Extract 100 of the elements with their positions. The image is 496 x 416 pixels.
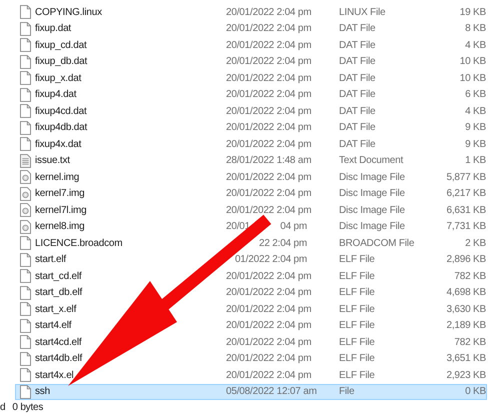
date-modified: 20/01/2022 2:04 pm (226, 6, 312, 18)
file-type: ELF File (339, 270, 376, 282)
file-icon (20, 335, 31, 350)
file-type: DAT File (339, 40, 376, 51)
date-modified: 20/01/2022 2:04 pm (226, 138, 312, 150)
file-row[interactable]: fixup_cd.dat 20/01/2022 2:04 pm DAT File 4 KB (15, 37, 487, 54)
date-modified: 20/01/2022 2:04 pm (226, 106, 312, 117)
file-name: kernel7.img (35, 188, 86, 200)
file-icon (20, 38, 31, 52)
file-name: fixup4.dat (35, 89, 78, 100)
file-icon (20, 368, 31, 382)
file-icon (20, 71, 31, 86)
text-file-icon (20, 154, 31, 168)
date-modified: 01/2022 2:04 pm (234, 254, 307, 266)
file-size: 10 KB (458, 72, 486, 84)
file-type: DAT File (339, 122, 376, 134)
file-row[interactable]: LICENCE.broadcom 22 2:04 pm BROADCOM File 2 KB (15, 235, 487, 252)
date-modified: 20/01/2022 2:04 pm (226, 320, 312, 332)
file-name: fixup4db.dat (35, 122, 88, 134)
file-icon (20, 5, 31, 20)
date-modified: 20/01/2022 2:04 pm (226, 204, 312, 216)
file-name: start4cd.elf (35, 336, 83, 348)
status-size: 0 bytes (12, 402, 44, 413)
file-name: start_db.elf (35, 287, 84, 298)
file-row[interactable]: fixup4.dat 20/01/2022 2:04 pm DAT File 6 KB (15, 86, 487, 103)
file-icon (20, 269, 31, 284)
file-name: start4x.el (35, 370, 75, 381)
file-type: Disc Image File (339, 188, 406, 200)
date-modified: 20/01/2022 2:04 pm (226, 188, 312, 200)
file-size: 6,631 KB (445, 204, 486, 216)
file-row[interactable]: ssh 05/08/2022 12:07 am File 0 KB (15, 384, 487, 400)
file-name: issue.txt (35, 155, 71, 166)
file-row[interactable]: kernel8.img 20/01 04 pm Disc Image File 7,731 KB (15, 218, 487, 235)
file-row[interactable]: issue.txt 28/01/2022 1:48 am Text Document 1 KB (15, 152, 487, 169)
status-text: d (0, 402, 6, 413)
file-row[interactable]: start4db.elf 20/01/2022 2:04 pm ELF File 3,651 KB (15, 350, 487, 367)
date-modified: 20/01/2022 2:04 pm (226, 122, 312, 134)
file-size: 4,698 KB (445, 287, 486, 298)
file-size: 9 KB (464, 138, 486, 150)
file-size: 5,877 KB (445, 172, 486, 183)
file-row[interactable]: COPYING.linux 20/01/2022 2:04 pm LINUX File 19 KB (15, 4, 487, 20)
date-modified: 22 2:04 pm (258, 238, 307, 249)
file-size: 4 KB (464, 40, 486, 51)
file-size: 2,896 KB (445, 254, 486, 266)
file-name: ssh (35, 386, 51, 398)
file-name: start_x.elf (35, 304, 78, 315)
file-row[interactable]: start_cd.elf 20/01/2022 2:04 pm ELF File 782 KB (15, 268, 487, 284)
date-modified: 20/01 (226, 221, 250, 232)
date-modified: 28/01/2022 1:48 am (226, 155, 312, 166)
file-row[interactable]: fixup4db.dat 20/01/2022 2:04 pm DAT File 9 KB (15, 120, 487, 136)
file-row[interactable]: fixup_db.dat 20/01/2022 2:04 pm DAT File 10 KB (15, 54, 487, 70)
file-type: DAT File (339, 23, 376, 34)
file-size: 782 KB (453, 270, 486, 282)
date-modified: 20/01/2022 2:04 pm (226, 172, 312, 183)
file-row[interactable]: fixup.dat 20/01/2022 2:04 pm DAT File 8 KB (15, 20, 487, 37)
file-type: DAT File (339, 138, 376, 150)
file-name: fixup4x.dat (35, 138, 82, 150)
file-name: fixup_x.dat (35, 72, 82, 84)
date-modified: 20/01/2022 2:04 pm (226, 370, 312, 381)
file-type: ELF File (339, 304, 376, 315)
file-icon (20, 137, 31, 152)
date-modified: 04 pm (280, 221, 307, 232)
file-size: 1 KB (464, 155, 486, 166)
file-type: DAT File (339, 106, 376, 117)
file-type: ELF File (339, 254, 376, 266)
file-icon (20, 104, 31, 118)
file-name: LICENCE.broadcom (35, 238, 124, 249)
date-modified: 20/01/2022 2:04 pm (226, 40, 312, 51)
file-row[interactable]: fixup4cd.dat 20/01/2022 2:04 pm DAT File 4 KB (15, 103, 487, 120)
file-size: 10 KB (458, 56, 486, 68)
file-row[interactable]: start4cd.elf 20/01/2022 2:04 pm ELF File 782 KB (15, 334, 487, 350)
file-row[interactable]: start4x.el 20/01/2022 2:04 pm ELF File 2,923 KB (15, 367, 487, 384)
file-row[interactable]: start4.elf 20/01/2022 2:04 pm ELF File 2,189 KB (15, 318, 487, 334)
file-row[interactable]: start_db.elf 20/01/2022 2:04 pm ELF File 4,698 KB (15, 284, 487, 301)
file-type: Text Document (339, 155, 404, 166)
date-modified: 20/01/2022 2:04 pm (226, 56, 312, 68)
file-type: Disc Image File (339, 204, 406, 216)
file-row[interactable]: kernel.img 20/01/2022 2:04 pm Disc Image File 5,877 KB (15, 169, 487, 186)
file-type: ELF File (339, 320, 376, 332)
file-type: Disc Image File (339, 221, 406, 232)
file-name: fixup4cd.dat (35, 106, 88, 117)
file-name: fixup_db.dat (35, 56, 88, 68)
file-row[interactable]: fixup4x.dat 20/01/2022 2:04 pm DAT File 9 KB (15, 136, 487, 152)
date-modified: 20/01/2022 2:04 pm (226, 287, 312, 298)
file-row[interactable]: fixup_x.dat 20/01/2022 2:04 pm DAT File 10 KB (15, 70, 487, 86)
file-size: 3,651 KB (445, 353, 486, 364)
file-row[interactable]: start.elf 01/2022 2:04 pm ELF File 2,896 KB (15, 252, 487, 268)
disc-file-icon (20, 170, 31, 184)
file-name: start_cd.elf (35, 270, 83, 282)
file-size: 8 KB (464, 23, 486, 34)
file-row[interactable]: kernel7.img 20/01/2022 2:04 pm Disc Image File 6,217 KB (15, 186, 487, 202)
file-size: 6,217 KB (445, 188, 486, 200)
file-row[interactable]: start_x.elf 20/01/2022 2:04 pm ELF File 3,630 KB (15, 301, 487, 318)
disc-file-icon (20, 186, 31, 201)
date-modified: 20/01/2022 2:04 pm (226, 72, 312, 84)
file-row[interactable]: kernel7l.img 20/01/2022 2:04 pm Disc Image File 6,631 KB (15, 202, 487, 218)
date-modified: 20/01/2022 2:04 pm (226, 353, 312, 364)
date-modified: 20/01/2022 2:04 pm (226, 89, 312, 100)
file-icon (20, 54, 31, 69)
file-name: start4.elf (35, 320, 72, 332)
